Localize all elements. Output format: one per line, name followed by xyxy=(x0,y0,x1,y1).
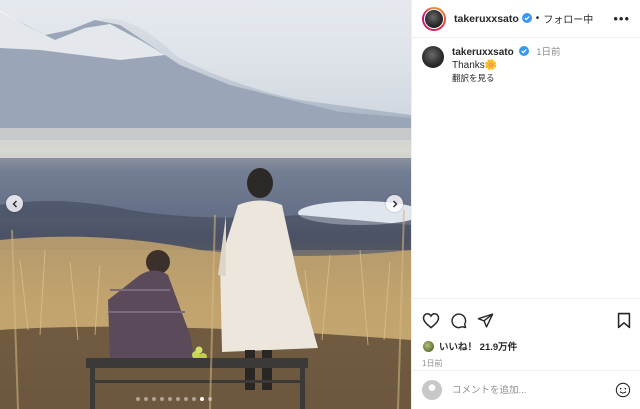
caption: takeruxxsato 1日前 Thanks🌼 翻訳を見る xyxy=(412,38,640,92)
likes-label: いいね！ xyxy=(439,342,478,353)
carousel-dot xyxy=(136,397,140,401)
carousel-dot xyxy=(176,397,180,401)
action-bar: いいね！ 21.9万件 1日前 xyxy=(412,298,640,369)
instagram-post: takeruxxsato • フォロー中 ••• takeruxxsato 1日… xyxy=(0,0,640,409)
add-comment-bar xyxy=(412,370,640,409)
comment-icon[interactable] xyxy=(450,312,467,329)
carousel-dot xyxy=(152,397,156,401)
post-side-panel: takeruxxsato • フォロー中 ••• takeruxxsato 1日… xyxy=(411,0,640,409)
paper-plane-icon[interactable] xyxy=(477,312,494,329)
carousel-dot xyxy=(208,397,212,401)
current-user-avatar xyxy=(422,380,442,400)
liker-avatar xyxy=(422,339,435,353)
carousel-dot xyxy=(144,397,148,401)
post-photo[interactable] xyxy=(0,0,411,409)
heart-icon[interactable] xyxy=(422,312,440,329)
caption-time[interactable]: 1日前 xyxy=(536,47,560,58)
smiley-icon[interactable] xyxy=(615,382,631,398)
carousel-dot xyxy=(184,397,188,401)
caption-text: Thanks🌼 xyxy=(452,60,498,71)
photo-scene xyxy=(0,0,411,409)
separator-dot: • xyxy=(535,13,540,24)
verified-badge-icon xyxy=(521,10,532,28)
comment-input[interactable] xyxy=(452,384,592,396)
more-options-button[interactable]: ••• xyxy=(613,11,630,26)
post-time[interactable]: 1日前 xyxy=(422,358,631,369)
chevron-right-icon xyxy=(391,195,399,213)
header-username[interactable]: takeruxxsato xyxy=(454,13,519,25)
likes-summary[interactable]: いいね！ 21.9万件 xyxy=(422,339,631,353)
carousel-next-button[interactable] xyxy=(386,195,403,212)
caption-username[interactable]: takeruxxsato xyxy=(452,47,514,58)
see-translation-link[interactable]: 翻訳を見る xyxy=(452,72,561,84)
carousel-dot xyxy=(192,397,196,401)
story-ring[interactable] xyxy=(422,6,446,31)
bookmark-icon[interactable] xyxy=(617,312,631,329)
chevron-left-icon xyxy=(11,195,19,213)
carousel-dot xyxy=(200,397,204,401)
caption-avatar[interactable] xyxy=(422,46,444,68)
post-header: takeruxxsato • フォロー中 ••• xyxy=(412,0,640,38)
follow-status-button[interactable]: フォロー中 xyxy=(543,11,593,26)
carousel-indicator xyxy=(136,397,212,401)
avatar xyxy=(424,8,444,29)
carousel-dot xyxy=(168,397,172,401)
carousel-prev-button[interactable] xyxy=(6,195,23,212)
verified-badge-icon xyxy=(519,46,530,60)
carousel-dot xyxy=(160,397,164,401)
likes-count[interactable]: 21.9万件 xyxy=(480,342,518,353)
